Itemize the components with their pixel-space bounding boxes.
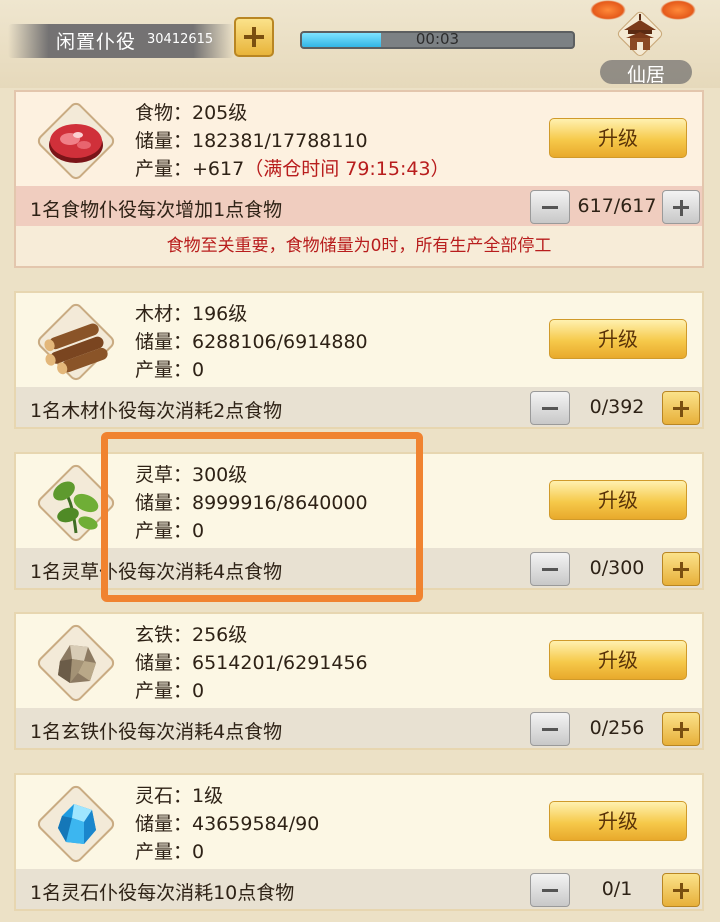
- add-idle-servant-button[interactable]: [234, 17, 274, 57]
- full-time-text: （满仓时间 79:15:43）: [244, 158, 450, 180]
- resource-card-iron: 玄铁：256级 储量：6514201/6291456 产量：0 升级 1名玄铁仆…: [14, 612, 704, 750]
- upgrade-button[interactable]: 升级: [549, 480, 687, 520]
- resource-card-wood: 木材：196级 储量：6288106/6914880 产量：0 升级 1名木材仆…: [14, 291, 704, 429]
- meat-icon: [34, 99, 118, 183]
- spirit-stone-icon: [34, 782, 118, 866]
- worker-count: 617/617: [577, 195, 657, 217]
- resource-level: 玄铁：256级: [135, 624, 248, 646]
- upgrade-button[interactable]: 升级: [549, 801, 687, 841]
- food-warning-text: 食物至关重要，食物储量为0时，所有生产全部停工: [16, 226, 702, 266]
- decrease-worker-button[interactable]: [530, 391, 570, 425]
- iron-ore-icon: [34, 621, 118, 705]
- resource-level: 木材：196级: [135, 303, 248, 325]
- resource-storage: 储量：182381/17788110: [135, 130, 368, 152]
- upgrade-button[interactable]: 升级: [549, 319, 687, 359]
- resource-output: 产量：0: [135, 359, 205, 381]
- increase-worker-button[interactable]: [662, 552, 700, 586]
- bottom-edge-decoration: [0, 910, 720, 922]
- wood-logs-icon: [34, 300, 118, 384]
- decrease-worker-button[interactable]: [530, 873, 570, 907]
- output-value: 产量：+617: [135, 158, 245, 180]
- resource-storage: 储量：43659584/90: [135, 813, 320, 835]
- worker-count: 0/1: [601, 878, 633, 900]
- idle-servant-count: 30412615: [147, 32, 214, 47]
- increase-worker-button[interactable]: [662, 712, 700, 746]
- resource-storage: 储量：6514201/6291456: [135, 652, 368, 674]
- top-bar: 闲置仆役 30412615 00:03 仙居: [0, 0, 720, 88]
- resource-card-stone: 灵石：1级 储量：43659584/90 产量：0 升级 1名灵石仆役每次消耗1…: [14, 773, 704, 911]
- worker-description: 1名玄铁仆役每次消耗4点食物: [30, 721, 283, 743]
- decrease-worker-button[interactable]: [530, 552, 570, 586]
- home-pavilion-icon[interactable]: [614, 8, 666, 60]
- resource-level: 食物：205级: [135, 102, 248, 124]
- worker-description: 1名食物仆役每次增加1点食物: [30, 199, 283, 221]
- upgrade-button[interactable]: 升级: [549, 118, 687, 158]
- decrease-worker-button[interactable]: [530, 190, 570, 224]
- resource-card-food: 食物：205级 储量：182381/17788110 产量：+617（满仓时间 …: [14, 90, 704, 268]
- worker-count: 0/300: [589, 557, 645, 579]
- timer-text: 00:03: [415, 30, 460, 48]
- upgrade-button[interactable]: 升级: [549, 640, 687, 680]
- worker-description: 1名木材仆役每次消耗2点食物: [30, 400, 283, 422]
- worker-count: 0/256: [589, 717, 645, 739]
- highlight-box: [101, 432, 423, 602]
- increase-worker-button[interactable]: [662, 190, 700, 224]
- worker-description: 1名灵石仆役每次消耗10点食物: [30, 882, 295, 904]
- idle-servant-label: 闲置仆役: [56, 31, 137, 53]
- increase-worker-button[interactable]: [662, 391, 700, 425]
- resource-level: 灵石：1级: [135, 785, 224, 807]
- increase-worker-button[interactable]: [662, 873, 700, 907]
- home-label[interactable]: 仙居: [600, 60, 692, 86]
- resource-storage: 储量：6288106/6914880: [135, 331, 368, 353]
- resource-output: 产量：0: [135, 680, 205, 702]
- resource-output: 产量：+617（满仓时间 79:15:43）: [135, 154, 450, 181]
- worker-count: 0/392: [589, 396, 645, 418]
- plus-icon: [244, 27, 264, 47]
- decrease-worker-button[interactable]: [530, 712, 570, 746]
- resource-output: 产量：0: [135, 841, 205, 863]
